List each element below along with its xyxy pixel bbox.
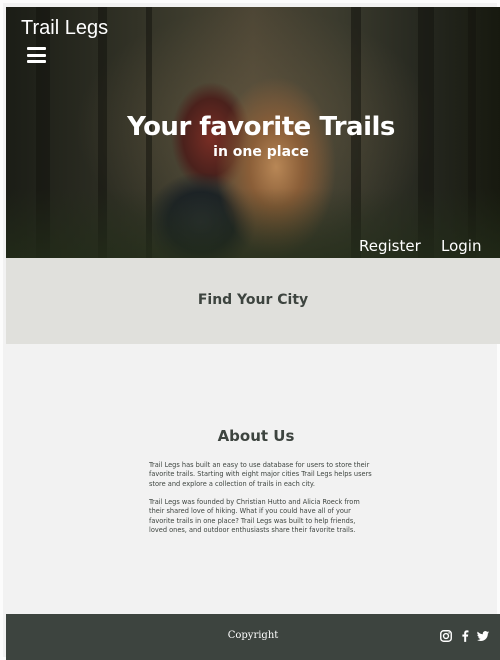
twitter-icon[interactable] [476,629,490,643]
brand-logo[interactable]: Trail Legs [21,17,108,40]
hero-title: Your favorite Trails [127,112,395,142]
hamburger-menu-icon[interactable] [27,47,46,63]
page: Trail Legs Your favorite Trails in one p… [0,0,500,660]
hero-subtitle: in one place [213,144,309,160]
copyright-text: Copyright [227,630,279,641]
login-link[interactable]: Login [441,237,481,255]
about-title: About Us [217,427,295,445]
find-city-section: Find Your City [6,258,500,344]
instagram-icon[interactable] [439,629,453,643]
hero-ground [6,188,500,258]
about-paragraph: Trail Legs has built an easy to use data… [149,461,372,488]
hero-banner: Trail Legs Your favorite Trails in one p… [6,7,500,258]
register-link[interactable]: Register [359,237,421,255]
about-paragraph: Trail Legs was founded by Christian Hutt… [149,498,360,534]
footer: Copyright [6,614,500,660]
facebook-icon[interactable] [458,629,472,643]
find-city-title[interactable]: Find Your City [6,292,500,308]
